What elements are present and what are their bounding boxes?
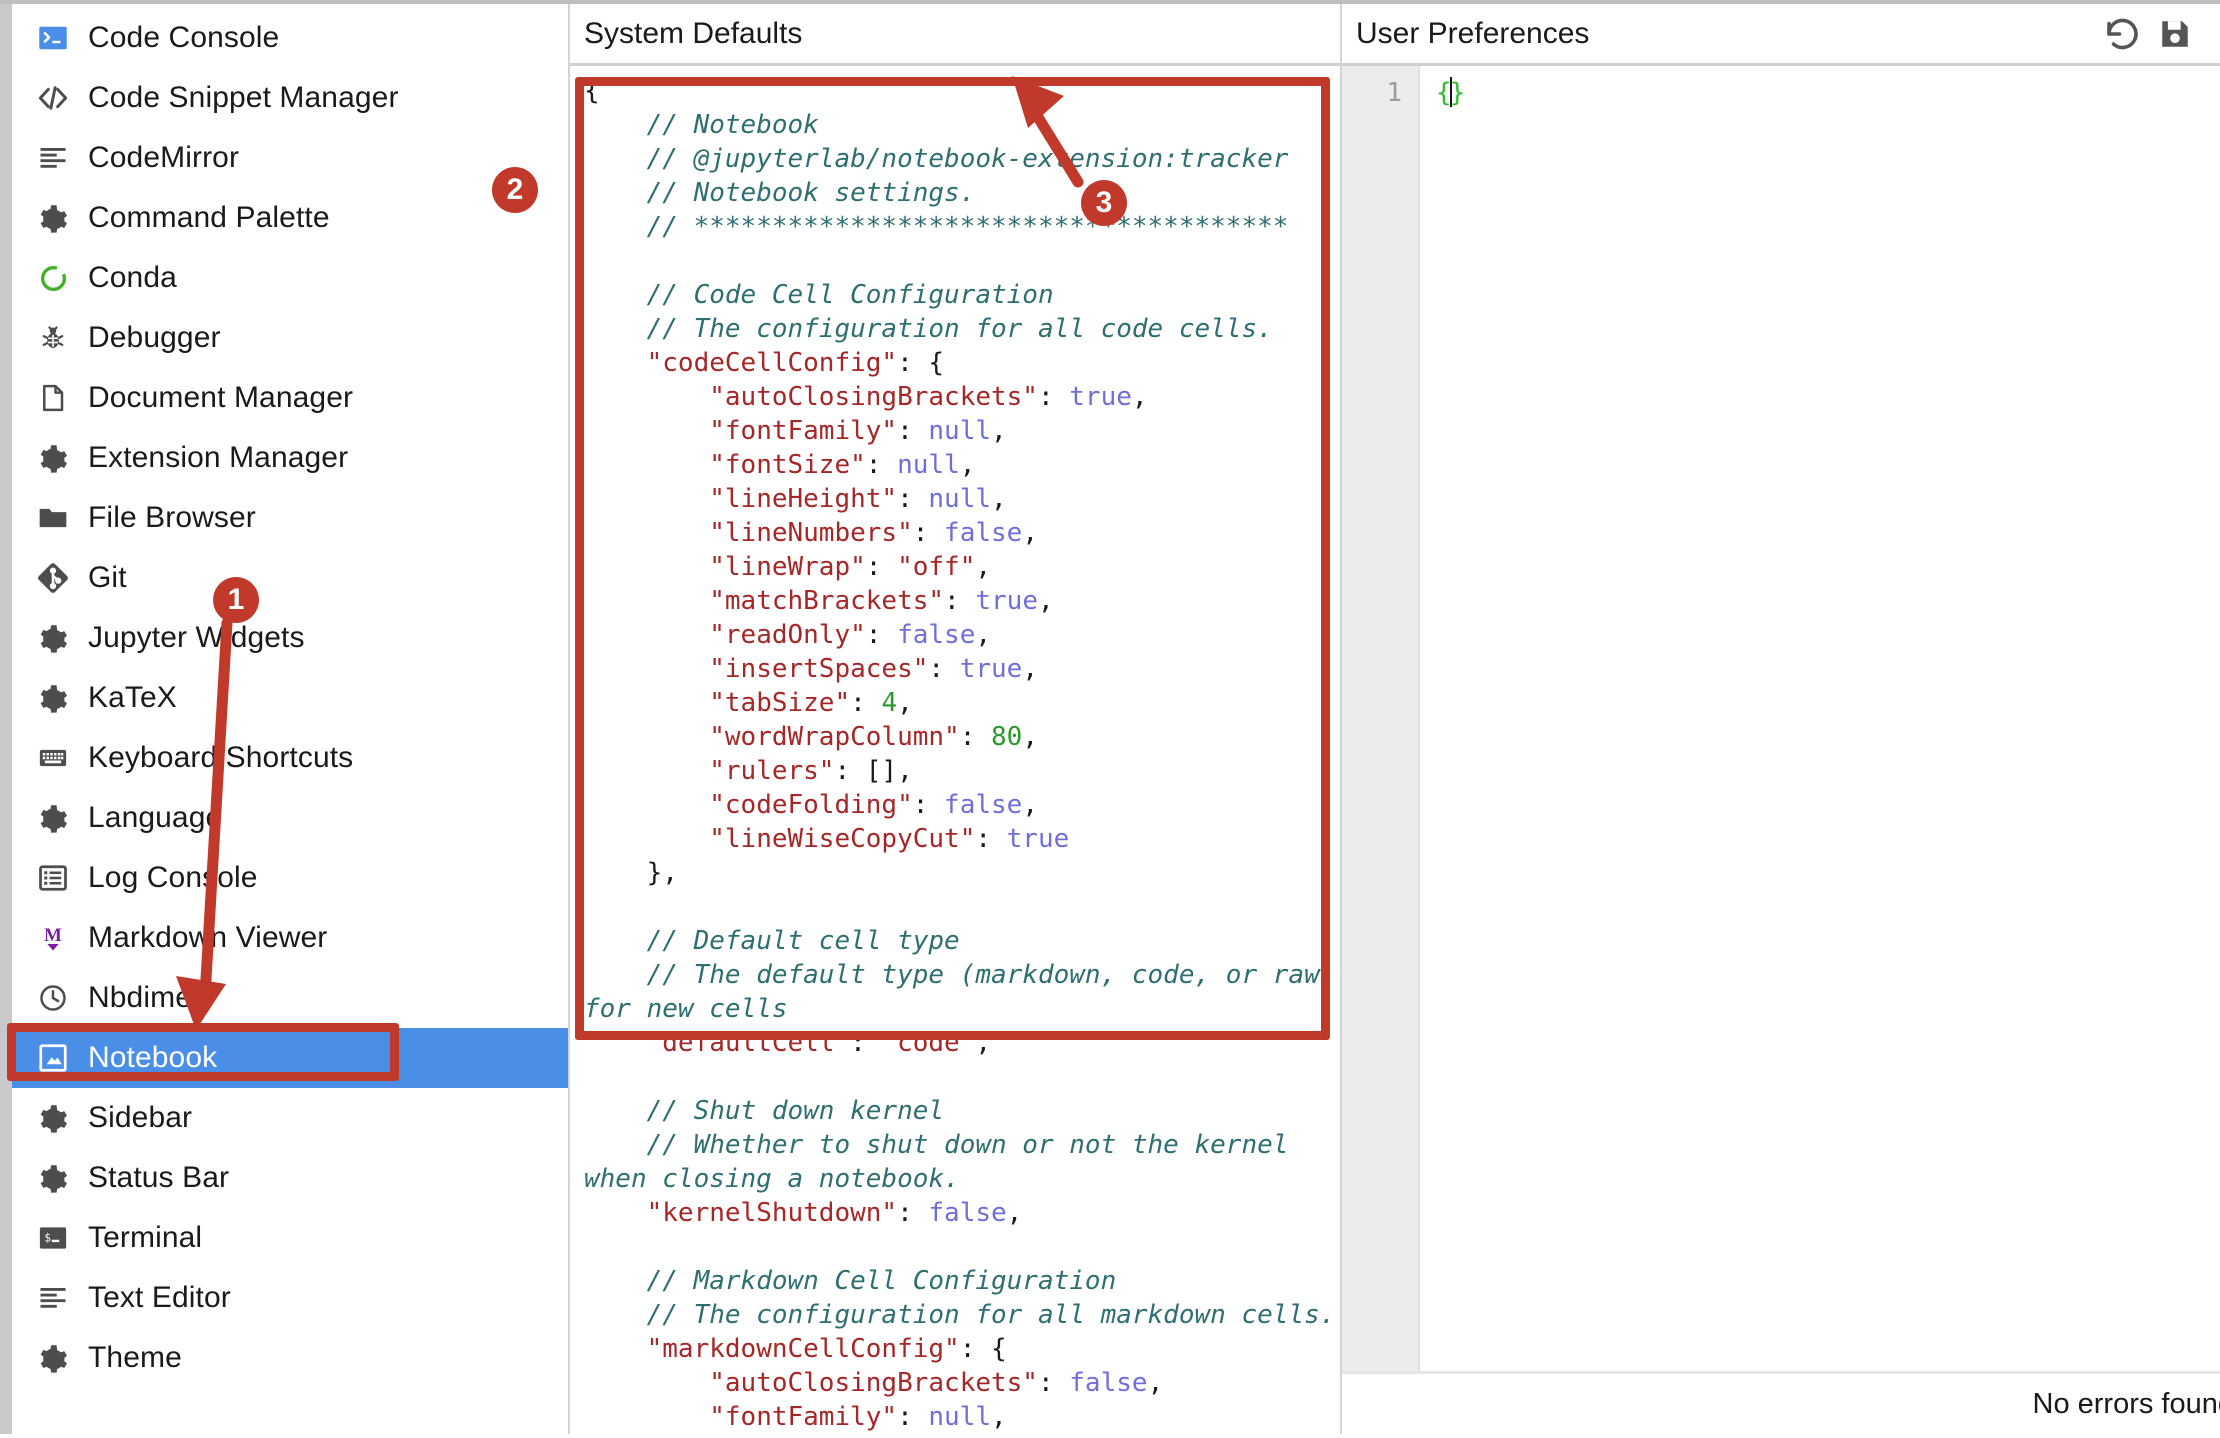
save-button[interactable] (2148, 7, 2202, 61)
text-lines-icon (34, 143, 72, 173)
gear-icon (34, 683, 72, 714)
sidebar-item-label: Command Palette (88, 201, 330, 235)
status-bar: No errors found (1342, 1374, 2220, 1434)
save-icon (2158, 17, 2192, 51)
notebook-icon (34, 1043, 72, 1073)
system-defaults-code-area[interactable]: { // Notebook // @jupyterlab/notebook-ex… (570, 66, 1340, 1434)
gear-icon (34, 443, 72, 474)
sidebar-item-language[interactable]: Language (12, 788, 568, 848)
editor-content: {} (1436, 78, 1465, 108)
sidebar-item-sidebar[interactable]: Sidebar (12, 1088, 568, 1148)
gear-icon (34, 203, 72, 234)
editor-gutter: 1 (1342, 66, 1420, 1371)
sidebar-item-katex[interactable]: KaTeX (12, 668, 568, 728)
undo-icon (2103, 16, 2139, 52)
settings-editor-window: Code Console Code Snippet Manager CodeMirr… (0, 0, 2220, 1434)
sidebar-item-nbdime[interactable]: Nbdime (12, 968, 568, 1028)
line-number: 1 (1342, 76, 1402, 110)
sidebar-item-label: Terminal (88, 1221, 202, 1255)
settings-plugin-list[interactable]: Code Console Code Snippet Manager CodeMirr… (12, 4, 570, 1434)
status-message: No errors found (2033, 1388, 2220, 1421)
sidebar-item-command-palette[interactable]: Command Palette (12, 188, 568, 248)
sidebar-item-label: Language (88, 801, 222, 835)
sidebar-item-label: Code Snippet Manager (88, 81, 399, 115)
sidebar-item-label: Nbdime (88, 981, 192, 1015)
editor-code-area[interactable]: {} (1420, 66, 2220, 1371)
settings-plugin-sidebar: Code Console Code Snippet Manager CodeMirr… (0, 4, 570, 1434)
sidebar-item-codemirror[interactable]: CodeMirror (12, 128, 568, 188)
svg-text:$: $ (44, 1231, 51, 1244)
sidebar-item-document-manager[interactable]: Document Manager (12, 368, 568, 428)
conda-ring-icon (34, 263, 72, 294)
folder-icon (34, 502, 72, 534)
sidebar-item-label: CodeMirror (88, 141, 239, 175)
system-defaults-header: System Defaults (570, 4, 1340, 66)
keyboard-icon (34, 743, 72, 773)
console-icon (34, 23, 72, 53)
sidebar-item-code-console[interactable]: Code Console (12, 8, 568, 68)
text-lines-icon (34, 1283, 72, 1313)
gear-icon (34, 1343, 72, 1374)
sidebar-item-terminal[interactable]: $ Terminal (12, 1208, 568, 1268)
file-icon (34, 383, 72, 413)
code-brackets-icon (34, 82, 72, 114)
sidebar-item-label: Document Manager (88, 381, 353, 415)
undo-button[interactable] (2094, 7, 2148, 61)
sidebar-item-label: Sidebar (88, 1101, 192, 1135)
user-preferences-panel: User Preferences (1342, 4, 2220, 1434)
markdown-icon: M (34, 922, 72, 954)
sidebar-item-label: Git (88, 561, 127, 595)
terminal-icon: $ (34, 1223, 72, 1253)
gear-icon (34, 1163, 72, 1194)
user-preferences-editor[interactable]: 1 {} (1342, 66, 2220, 1374)
panel-title: System Defaults (584, 17, 802, 51)
sidebar-item-label: File Browser (88, 501, 256, 535)
sidebar-item-label: Debugger (88, 321, 221, 355)
system-defaults-code: { // Notebook // @jupyterlab/notebook-ex… (584, 74, 1340, 1434)
sidebar-item-file-browser[interactable]: File Browser (12, 488, 568, 548)
sidebar-scrollbar[interactable] (0, 4, 12, 1434)
sidebar-item-label: Log Console (88, 861, 258, 895)
sidebar-item-label: KaTeX (88, 681, 177, 715)
sidebar-item-notebook[interactable]: Notebook (12, 1028, 568, 1088)
list-icon (34, 863, 72, 893)
sidebar-item-label: Code Console (88, 21, 279, 55)
sidebar-item-git[interactable]: Git (12, 548, 568, 608)
clock-icon (34, 983, 72, 1013)
svg-text:M: M (44, 925, 62, 946)
sidebar-item-label: Conda (88, 261, 177, 295)
sidebar-item-status-bar[interactable]: Status Bar (12, 1148, 568, 1208)
sidebar-item-theme[interactable]: Theme (12, 1328, 568, 1388)
system-defaults-panel: System Defaults { // Notebook // @jupyte… (570, 4, 1342, 1434)
sidebar-item-label: Notebook (88, 1041, 217, 1075)
sidebar-item-text-editor[interactable]: Text Editor (12, 1268, 568, 1328)
sidebar-item-log-console[interactable]: Log Console (12, 848, 568, 908)
text-cursor (1450, 77, 1452, 107)
sidebar-item-conda[interactable]: Conda (12, 248, 568, 308)
sidebar-item-debugger[interactable]: Debugger (12, 308, 568, 368)
sidebar-item-markdown-viewer[interactable]: M Markdown Viewer (12, 908, 568, 968)
sidebar-item-jupyter-widgets[interactable]: Jupyter Widgets (12, 608, 568, 668)
git-icon (34, 562, 72, 594)
sidebar-item-label: Status Bar (88, 1161, 229, 1195)
sidebar-item-label: Keyboard Shortcuts (88, 741, 353, 775)
sidebar-item-label: Text Editor (88, 1281, 231, 1315)
sidebar-item-label: Jupyter Widgets (88, 621, 305, 655)
sidebar-item-label: Extension Manager (88, 441, 348, 475)
sidebar-item-extension-manager[interactable]: Extension Manager (12, 428, 568, 488)
user-preferences-title: User Preferences (1356, 17, 1589, 51)
sidebar-item-label: Markdown Viewer (88, 921, 327, 955)
gear-icon (34, 803, 72, 834)
gear-icon (34, 623, 72, 654)
sidebar-item-label: Theme (88, 1341, 182, 1375)
sidebar-item-keyboard-shortcuts[interactable]: Keyboard Shortcuts (12, 728, 568, 788)
bug-icon (34, 323, 72, 353)
gear-icon (34, 1103, 72, 1134)
user-preferences-header: User Preferences (1342, 4, 2220, 66)
sidebar-item-code-snippet-manager[interactable]: Code Snippet Manager (12, 68, 568, 128)
